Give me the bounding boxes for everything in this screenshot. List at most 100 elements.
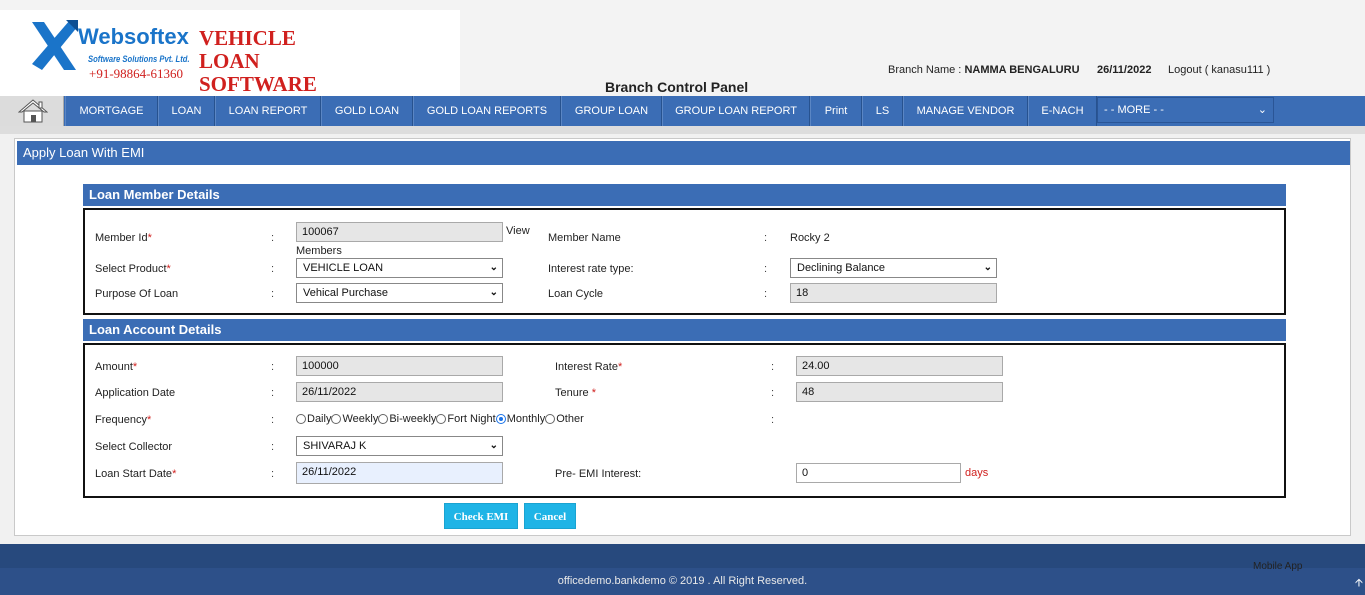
product-label-text: Select Product (95, 263, 167, 275)
nav-more-select[interactable]: - - MORE - - ⌄ (1097, 97, 1274, 123)
colon: : (764, 232, 768, 244)
pre-emi-label: Pre- EMI Interest: (555, 468, 642, 480)
radio-monthly-label[interactable]: Monthly (507, 413, 546, 425)
radio-bi-weekly-label[interactable]: Bi-weekly (389, 413, 436, 425)
nav-gold-loan[interactable]: GOLD LOAN (321, 96, 413, 126)
branch-label: Branch Name : (888, 64, 962, 76)
member-section-heading: Loan Member Details (83, 184, 1286, 206)
purpose-select[interactable]: Vehical Purchase ⌄ (296, 283, 503, 303)
amount-label-text: Amount (95, 361, 133, 373)
required-mark: * (166, 263, 171, 275)
interest-rate-label: Interest Rate* (555, 361, 622, 373)
application-date-label: Application Date (95, 387, 176, 399)
radio-monthly[interactable] (495, 414, 506, 424)
home-button[interactable] (0, 96, 64, 126)
nav-more-label: - - MORE - - (1104, 104, 1164, 116)
rate-type-select[interactable]: Declining Balance ⌄ (790, 258, 997, 278)
radio-weekly-label[interactable]: Weekly (342, 413, 378, 425)
websoftex-logo-icon (32, 20, 78, 70)
collector-label: Select Collector (95, 441, 173, 453)
nav-mortgage[interactable]: MORTGAGE (65, 96, 158, 126)
radio-bi-weekly[interactable] (378, 414, 389, 424)
radio-daily-label[interactable]: Daily (307, 413, 331, 425)
colon: : (771, 414, 775, 426)
nav-loan[interactable]: LOAN (158, 96, 215, 126)
loan-cycle-field[interactable]: 18 (790, 283, 997, 303)
logo-phone: +91-98864-61360 (89, 66, 183, 81)
purpose-select-value: Vehical Purchase (303, 287, 388, 299)
purpose-label: Purpose Of Loan (95, 288, 179, 300)
logo[interactable]: Websoftex Software Solutions Pvt. Ltd. +… (0, 10, 460, 96)
loan-cycle-label: Loan Cycle (548, 288, 604, 300)
radio-fort-night[interactable] (436, 414, 447, 424)
member-name-label: Member Name (548, 232, 621, 244)
member-id-field[interactable]: 100067 (296, 222, 503, 242)
scroll-top-icon[interactable]: 🡩 (1355, 574, 1363, 593)
amount-label: Amount* (95, 361, 137, 373)
cancel-button[interactable]: Cancel (524, 503, 576, 529)
chevron-down-icon: ⌄ (489, 287, 498, 298)
check-emi-button[interactable]: Check EMI (444, 503, 518, 529)
main-nav: MORTGAGE LOAN LOAN REPORT GOLD LOAN GOLD… (0, 96, 1365, 126)
colon: : (271, 414, 275, 426)
tenure-field[interactable]: 48 (796, 382, 1003, 402)
colon: : (771, 387, 775, 399)
logout-link[interactable]: Logout ( kanasu111 ) (1168, 64, 1270, 76)
nav-e-nach[interactable]: E-NACH (1028, 96, 1097, 126)
view-members-link-line2[interactable]: Members (296, 245, 342, 257)
collector-select[interactable]: SHIVARAJ K ⌄ (296, 436, 503, 456)
home-icon (18, 99, 48, 123)
nav-group-loan-report[interactable]: GROUP LOAN REPORT (662, 96, 810, 126)
account-section: Amount* : 100000 Interest Rate* : 24.00 … (83, 343, 1286, 498)
radio-other-label[interactable]: Other (556, 413, 584, 425)
tenure-label-text: Tenure (555, 387, 589, 399)
required-mark: * (172, 468, 177, 480)
main-panel: Apply Loan With EMI Loan Member Details … (14, 138, 1351, 536)
member-id-label: Member Id* (95, 232, 152, 244)
panel-title: Apply Loan With EMI (17, 141, 1350, 165)
colon: : (764, 263, 768, 275)
footer-band (0, 544, 1365, 568)
product-select[interactable]: VEHICLE LOAN ⌄ (296, 258, 503, 278)
pre-emi-field[interactable]: 0 (796, 463, 961, 483)
product-select-value: VEHICLE LOAN (303, 262, 384, 274)
tenure-label: Tenure * (555, 387, 596, 399)
colon: : (271, 263, 275, 275)
current-date: 26/11/2022 (1097, 64, 1152, 76)
rate-type-select-value: Declining Balance (797, 262, 886, 274)
nav-ls[interactable]: LS (862, 96, 903, 126)
interest-rate-field[interactable]: 24.00 (796, 356, 1003, 376)
radio-daily[interactable] (296, 414, 306, 424)
frequency-label-text: Frequency (95, 414, 147, 426)
application-date-field[interactable]: 26/11/2022 (296, 382, 503, 402)
colon: : (271, 232, 275, 244)
radio-fort-night-label[interactable]: Fort Night (447, 413, 495, 425)
page-heading: Branch Control Panel (605, 79, 749, 95)
radio-other[interactable] (545, 414, 556, 424)
product-title-line1: VEHICLE (199, 26, 296, 50)
interest-rate-label-text: Interest Rate (555, 361, 618, 373)
nav-group-loan[interactable]: GROUP LOAN (561, 96, 662, 126)
product-title-line2: LOAN (199, 49, 260, 73)
branch-value: NAMMA BENGALURU (964, 64, 1080, 76)
mobile-app-image[interactable]: Mobile App (1253, 561, 1302, 572)
nav-manage-vendor[interactable]: MANAGE VENDOR (903, 96, 1028, 126)
logo-name: Websoftex (78, 24, 189, 49)
nav-loan-report[interactable]: LOAN REPORT (215, 96, 321, 126)
chevron-down-icon: ⌄ (1257, 104, 1267, 116)
start-date-field[interactable]: 26/11/2022 (296, 462, 503, 484)
view-members-link[interactable]: View (506, 225, 530, 237)
amount-field[interactable]: 100000 (296, 356, 503, 376)
branch-info: Branch Name : NAMMA BENGALURU (888, 64, 1080, 76)
header: Websoftex Software Solutions Pvt. Ltd. +… (0, 0, 1365, 96)
nav-print[interactable]: Print (810, 96, 862, 126)
rate-type-label: Interest rate type: (548, 263, 634, 275)
start-date-label-text: Loan Start Date (95, 468, 173, 480)
colon: : (271, 468, 275, 480)
member-name-value: Rocky 2 (790, 232, 830, 244)
radio-weekly[interactable] (331, 414, 342, 424)
colon: : (764, 288, 768, 300)
colon: : (271, 361, 275, 373)
member-section: Member Id* : 100067 View Members Member … (83, 208, 1286, 315)
nav-gold-loan-reports[interactable]: GOLD LOAN REPORTS (413, 96, 561, 126)
